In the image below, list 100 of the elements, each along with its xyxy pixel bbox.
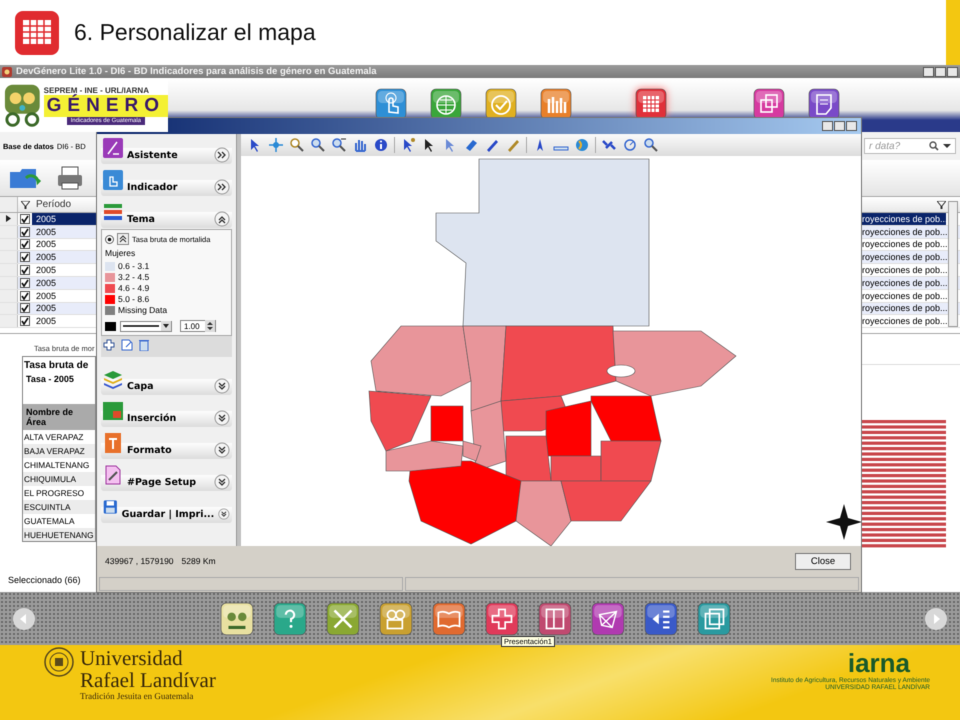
dropdown-arrow-icon xyxy=(161,321,171,331)
search-icon[interactable] xyxy=(643,137,659,153)
up-arrow-icon[interactable] xyxy=(117,233,129,245)
section-header[interactable]: Formato xyxy=(101,433,232,459)
legend-label: Missing Data xyxy=(118,305,168,315)
layout-icon[interactable] xyxy=(538,602,572,636)
splitter-handle[interactable] xyxy=(236,134,241,546)
cross-icon[interactable] xyxy=(485,602,519,636)
checkbox[interactable] xyxy=(20,278,30,288)
zoom-out-icon[interactable] xyxy=(331,137,347,153)
distance-text: 5289 Km xyxy=(182,556,216,566)
mask-icon[interactable] xyxy=(220,602,254,636)
close-button[interactable] xyxy=(947,66,958,76)
camera-icon[interactable] xyxy=(379,602,413,636)
chevron-icon[interactable] xyxy=(214,378,230,394)
edit-icon[interactable] xyxy=(121,339,133,351)
legend-label: 4.6 - 4.9 xyxy=(118,283,150,293)
column-header[interactable]: Período xyxy=(36,199,72,210)
chevron-icon[interactable] xyxy=(214,442,230,458)
checkbox[interactable] xyxy=(20,265,30,276)
report-subtitle: Tasa - 2005 xyxy=(25,373,75,386)
line-color-swatch[interactable] xyxy=(105,322,116,330)
refresh-icon[interactable] xyxy=(622,137,638,153)
line-width-field[interactable]: 1.00 xyxy=(180,320,216,332)
minimize-button[interactable] xyxy=(822,121,833,131)
zoom-in-icon[interactable] xyxy=(289,137,305,153)
logo-org: SEPREM - INE - URL/IARNA xyxy=(44,86,149,94)
coordinates-text: 439967 , 1579190 xyxy=(105,556,174,566)
ruler-pencil-icon[interactable] xyxy=(505,137,521,153)
check-icon[interactable] xyxy=(485,88,517,120)
chevron-icon[interactable] xyxy=(214,410,230,426)
chevron-icon[interactable] xyxy=(214,474,230,490)
restore-button[interactable] xyxy=(935,66,946,76)
eraser-icon[interactable] xyxy=(463,137,479,153)
document-icon[interactable] xyxy=(808,88,840,120)
list-icon[interactable] xyxy=(644,602,678,636)
table-cell-text: ALTA VERAPAZ xyxy=(23,431,84,444)
table-cell: royecciones de pob... xyxy=(862,239,948,250)
section-header[interactable]: Inserción xyxy=(101,401,232,427)
checkbox[interactable] xyxy=(20,239,30,250)
filter-icon[interactable] xyxy=(20,200,30,208)
chevron-icon[interactable] xyxy=(214,179,230,195)
chevron-icon[interactable] xyxy=(218,506,230,522)
maximize-button[interactable] xyxy=(834,121,845,131)
chevron-icon[interactable] xyxy=(214,147,230,163)
scrollbar[interactable] xyxy=(948,201,958,327)
minimize-button[interactable] xyxy=(923,66,934,76)
zoom-icon[interactable] xyxy=(310,137,326,153)
section-header[interactable]: #Page Setup xyxy=(101,465,232,491)
pages-icon[interactable] xyxy=(697,602,731,636)
section-header[interactable]: Guardar | Impri... xyxy=(101,497,232,523)
search-icon xyxy=(929,141,939,151)
layers-icon xyxy=(103,202,123,222)
university-name: Universidad xyxy=(80,647,184,669)
table-cell: royecciones de pob... xyxy=(862,226,948,237)
pan-icon[interactable] xyxy=(268,137,284,153)
section-header[interactable]: Asistente xyxy=(101,138,232,164)
close-button[interactable] xyxy=(846,121,857,131)
slide-title: 6. Personalizar el mapa xyxy=(74,19,316,46)
checkbox[interactable] xyxy=(20,303,30,314)
table-cell: 2005 xyxy=(36,214,56,224)
globe-icon[interactable] xyxy=(574,137,590,153)
compass-icon xyxy=(826,504,861,540)
plus-icon[interactable] xyxy=(103,339,115,351)
tools-icon[interactable] xyxy=(326,602,360,636)
caret-icon xyxy=(943,143,951,149)
radio-button[interactable] xyxy=(105,234,114,244)
checkbox[interactable] xyxy=(20,252,30,262)
network-icon[interactable] xyxy=(591,602,625,636)
filter-icon[interactable] xyxy=(937,200,946,208)
question-icon[interactable] xyxy=(273,602,307,636)
chevron-icon[interactable] xyxy=(214,211,230,227)
section-header[interactable]: Capa xyxy=(101,369,232,395)
checkbox[interactable] xyxy=(20,226,30,237)
legend-title: Mujeres xyxy=(105,247,136,260)
info-icon[interactable] xyxy=(373,137,389,153)
pointer-icon xyxy=(103,170,123,190)
university-motto: Tradición Jesuita en Guatemala xyxy=(80,691,194,701)
wand-icon xyxy=(103,138,123,158)
pencil-icon[interactable] xyxy=(484,137,500,153)
bar-chart-icon[interactable] xyxy=(540,88,572,120)
line-style-dropdown[interactable] xyxy=(120,320,172,332)
printer-icon[interactable] xyxy=(56,165,84,191)
copy-icon[interactable] xyxy=(753,88,785,120)
checkbox[interactable] xyxy=(20,290,30,301)
checkbox[interactable] xyxy=(20,214,30,224)
grid-icon[interactable] xyxy=(635,88,667,120)
app-icon xyxy=(2,66,12,76)
section-header[interactable]: Indicador xyxy=(101,170,232,196)
table-cell: royecciones de pob... xyxy=(862,265,948,276)
line-sample-icon xyxy=(123,324,159,328)
row-header[interactable] xyxy=(0,213,18,225)
close-button[interactable]: Close xyxy=(795,552,851,570)
book-icon[interactable] xyxy=(432,602,466,636)
globe-icon[interactable] xyxy=(430,88,462,120)
table-cell-text: EL PROGRESO xyxy=(23,487,86,500)
section-header[interactable]: Tema xyxy=(101,202,232,228)
checkbox[interactable] xyxy=(20,316,30,326)
trash-icon[interactable] xyxy=(139,339,149,351)
row-pointer-icon xyxy=(6,215,11,222)
